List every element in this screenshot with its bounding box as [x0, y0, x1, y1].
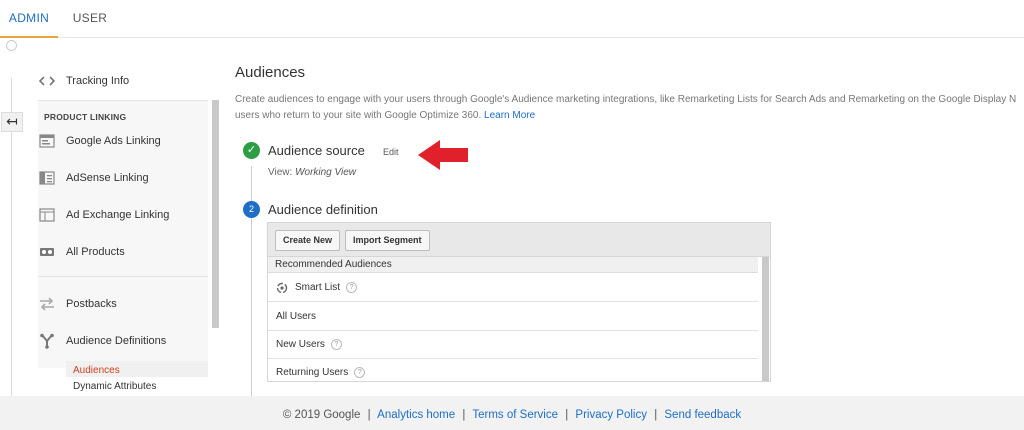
all-products-icon: [38, 243, 56, 261]
list-item-label: All Users: [276, 311, 317, 322]
step-connector: [251, 166, 252, 206]
footer-separator: |: [565, 409, 569, 421]
ads-window-icon: [38, 132, 56, 150]
view-label: View: Working View: [268, 167, 356, 178]
step-connector: [251, 218, 252, 398]
sidebar-subitem-dynamic-attributes[interactable]: Dynamic Attributes: [73, 381, 156, 392]
sidebar-item-audience-definitions[interactable]: Audience Definitions: [38, 326, 208, 356]
sidebar-item-label: All Products: [66, 246, 125, 258]
sidebar-item-label: Postbacks: [66, 298, 117, 310]
tab-admin[interactable]: ADMIN: [0, 0, 58, 38]
section-label-product-linking: PRODUCT LINKING: [44, 112, 127, 122]
view-value: Working View: [295, 167, 357, 178]
page-description: Create audiences to engage with your use…: [235, 92, 1024, 124]
sidebar-item-google-ads-linking[interactable]: Google Ads Linking: [38, 126, 208, 156]
top-tab-bar: ADMIN USER: [0, 0, 1024, 38]
privacy-policy-link[interactable]: Privacy Policy: [575, 409, 647, 421]
page-title: Audiences: [235, 64, 306, 81]
sidebar-item-label: Google Ads Linking: [66, 135, 161, 147]
description-line-2: users who return to your site with Googl…: [235, 108, 1024, 124]
red-arrow-annotation-icon: [418, 140, 468, 170]
audience-definition-panel: Create New Import Segment Recommended Au…: [267, 222, 771, 382]
recommended-audiences-header: Recommended Audiences: [268, 257, 758, 273]
edit-audience-source-link[interactable]: Edit: [383, 147, 399, 157]
footer-separator: |: [367, 409, 371, 421]
list-item-label: Smart List: [295, 282, 341, 293]
sidebar-item-label: Audience Definitions: [66, 335, 167, 347]
footer-separator: |: [654, 409, 658, 421]
list-item-smart-list[interactable]: Smart List ?: [268, 274, 758, 302]
step-audience-source-title: Audience source: [268, 143, 365, 158]
back-arrow-icon[interactable]: ↤: [1, 112, 23, 132]
list-item-label: Returning Users: [276, 367, 349, 378]
sidebar-item-tracking-info[interactable]: Tracking Info: [38, 66, 208, 96]
description-text: users who return to your site with Googl…: [235, 110, 485, 121]
import-segment-button[interactable]: Import Segment: [345, 230, 430, 251]
sidebar-subitem-audiences[interactable]: Audiences: [73, 365, 120, 376]
footer-separator: |: [462, 409, 466, 421]
create-new-button[interactable]: Create New: [275, 230, 341, 251]
sidebar-item-label: Ad Exchange Linking: [66, 209, 170, 221]
sidebar-item-all-products[interactable]: All Products: [38, 237, 208, 267]
copyright-text: © 2019 Google: [282, 409, 361, 421]
fork-icon: [38, 332, 56, 350]
help-icon[interactable]: ?: [346, 282, 358, 293]
step-complete-check-icon: ✓: [243, 142, 260, 159]
left-rail: ↤: [0, 38, 28, 398]
send-feedback-link[interactable]: Send feedback: [664, 409, 741, 421]
rail-dot: [6, 40, 17, 51]
step-number-badge: 2: [243, 201, 260, 218]
adsense-page-icon: [38, 169, 56, 187]
view-prefix: View:: [268, 167, 296, 178]
list-item-new-users[interactable]: New Users ?: [268, 331, 758, 359]
list-item-all-users[interactable]: All Users: [268, 303, 758, 331]
divider: [38, 276, 208, 277]
help-icon[interactable]: ?: [330, 339, 342, 350]
tab-user[interactable]: USER: [60, 0, 120, 38]
sidebar-item-label: Tracking Info: [66, 75, 130, 87]
divider: [38, 100, 208, 101]
sidebar-scrollbar[interactable]: [212, 100, 219, 328]
page-footer: © 2019 Google | Analytics home | Terms o…: [0, 396, 1024, 430]
learn-more-link[interactable]: Learn More: [484, 110, 535, 121]
step-audience-definition-title: Audience definition: [268, 202, 378, 217]
audience-list-scrollbar[interactable]: [762, 257, 769, 381]
analytics-home-link[interactable]: Analytics home: [377, 409, 455, 421]
sidebar-item-postbacks[interactable]: Postbacks: [38, 289, 208, 319]
smart-list-icon: [276, 282, 288, 294]
main-content: Audiences Create audiences to engage wit…: [220, 38, 1024, 398]
code-icon: [38, 72, 56, 90]
ad-exchange-icon: [38, 206, 56, 224]
terms-of-service-link[interactable]: Terms of Service: [472, 409, 558, 421]
postbacks-arrows-icon: [38, 295, 56, 313]
sidebar-item-adsense-linking[interactable]: AdSense Linking: [38, 163, 208, 193]
help-icon[interactable]: ?: [354, 367, 366, 378]
audience-toolbar: Create New Import Segment: [268, 223, 770, 257]
description-line: Create audiences to engage with your use…: [235, 94, 1017, 105]
sidebar-item-label: AdSense Linking: [66, 172, 149, 184]
list-item-label: New Users: [276, 339, 325, 350]
list-item-returning-users[interactable]: Returning Users ?: [268, 359, 758, 381]
sidebar-item-ad-exchange-linking[interactable]: Ad Exchange Linking: [38, 200, 208, 230]
admin-sidebar: Tracking Info PRODUCT LINKING Google Ads…: [28, 38, 220, 396]
